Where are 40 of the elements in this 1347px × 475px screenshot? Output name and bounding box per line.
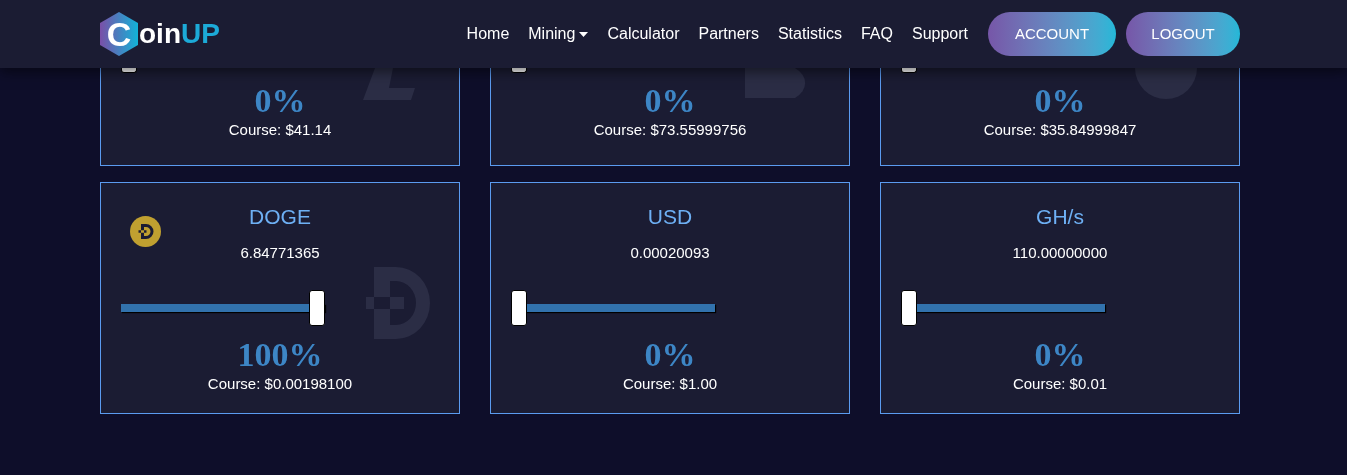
slider-thumb[interactable] — [511, 68, 527, 73]
slider[interactable] — [121, 290, 325, 326]
nav-link[interactable]: Support — [911, 22, 968, 46]
nav-link[interactable]: Mining — [528, 22, 589, 46]
nav-link[interactable]: Calculator — [607, 22, 680, 46]
slider-thumb[interactable] — [901, 290, 917, 326]
coin-watermark-icon — [745, 68, 807, 100]
account-button[interactable]: ACCOUNT — [988, 12, 1116, 56]
nav-link[interactable]: Statistics — [777, 22, 842, 46]
logout-button[interactable]: LOGOUT — [1126, 12, 1240, 56]
slider-thumb[interactable] — [121, 68, 137, 73]
coin-title: GH/s — [1036, 204, 1084, 230]
logo-text: oinUP — [139, 20, 220, 48]
percent-value: 0% — [644, 82, 696, 120]
course-text: Course: $73.55999756 — [593, 120, 747, 140]
slider[interactable] — [511, 290, 715, 326]
slider-thumb[interactable] — [511, 290, 527, 326]
coin-title: USD — [647, 204, 693, 230]
percent-value: 0% — [644, 336, 696, 374]
course-text: Course: $1.00 — [622, 374, 718, 394]
coin-amount: 0.00020093 — [630, 243, 710, 263]
slider[interactable] — [901, 290, 1105, 326]
coin-amount: 110.00000000 — [1012, 243, 1108, 263]
coin-watermark-icon — [1135, 68, 1197, 100]
course-text: Course: $0.01 — [1012, 374, 1108, 394]
nav-link[interactable]: FAQ — [860, 22, 893, 46]
nav-link[interactable]: Home — [466, 22, 510, 46]
percent-value: 0% — [1034, 336, 1086, 374]
course-text: Course: $0.00198100 — [207, 374, 353, 394]
slider-thumb[interactable] — [901, 68, 917, 73]
course-text: Course: $41.14 — [228, 120, 332, 140]
logo-badge: C — [100, 12, 138, 56]
percent-value: 0% — [1034, 82, 1086, 120]
course-text: Course: $35.84999847 — [983, 120, 1137, 140]
nav-link[interactable]: Partners — [698, 22, 759, 46]
coin-amount: 6.84771365 — [240, 243, 320, 263]
slider-thumb[interactable] — [309, 290, 325, 326]
coin-title: DOGE — [249, 204, 311, 230]
percent-value: 100% — [237, 336, 323, 374]
percent-value: 0% — [254, 82, 306, 120]
